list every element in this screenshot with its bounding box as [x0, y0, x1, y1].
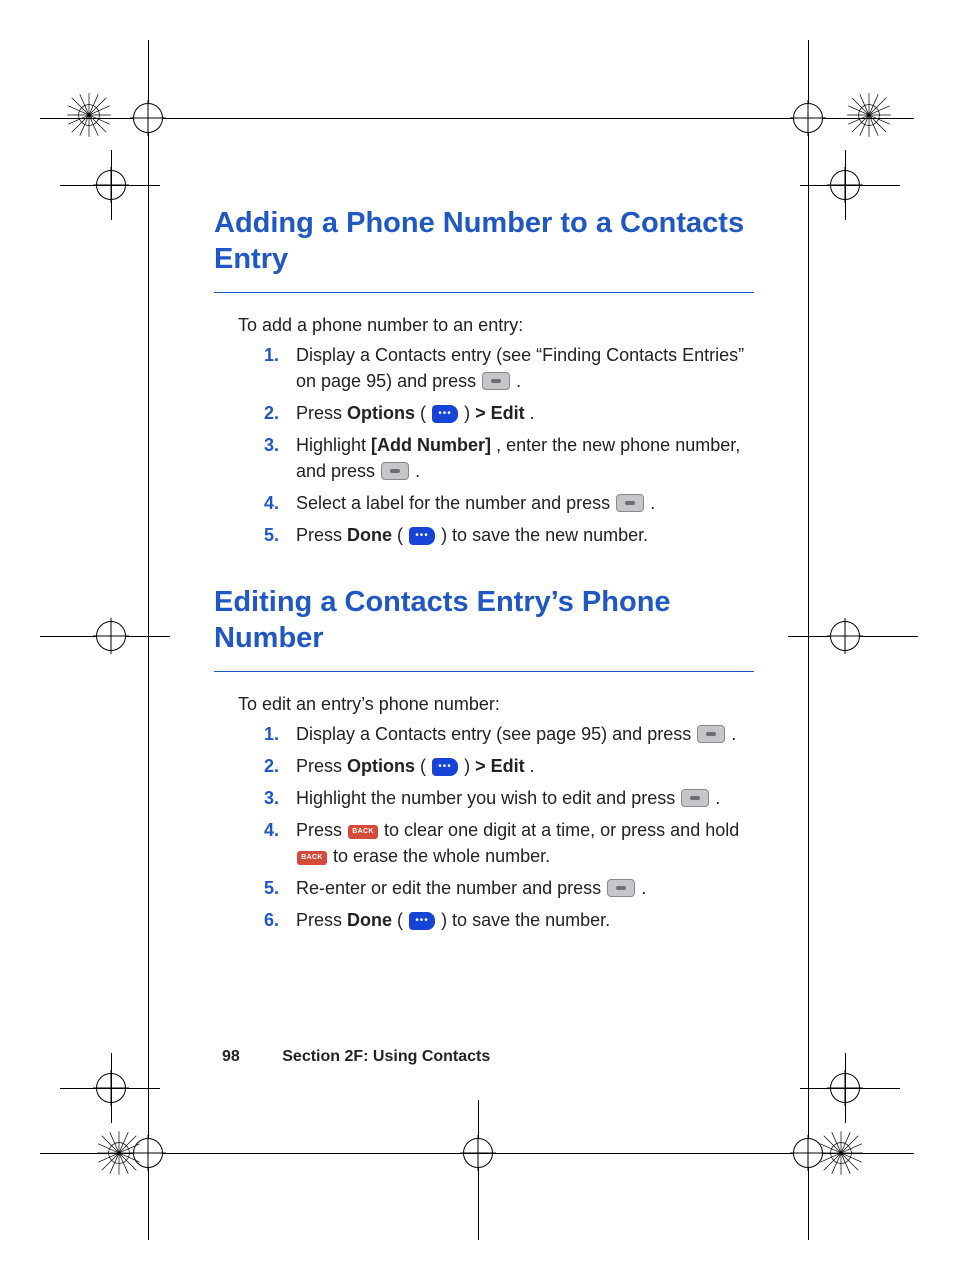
step-text: to clear one digit at a time, or press a… [384, 820, 739, 840]
step-text: Press [296, 820, 347, 840]
step-text: Press [296, 403, 347, 423]
step-item: Display a Contacts entry (see “Finding C… [264, 342, 754, 394]
page-content: Adding a Phone Number to a Contacts Entr… [214, 205, 754, 939]
reg-mark-icon [793, 103, 823, 133]
softkey-icon [432, 405, 458, 423]
reg-mark-icon [133, 103, 163, 133]
menu-key-icon [607, 879, 635, 897]
menu-key-icon [381, 462, 409, 480]
back-key-icon [348, 825, 378, 839]
bold-text: Done [347, 910, 392, 930]
step-text: to erase the whole number. [333, 846, 550, 866]
print-star-icon [66, 92, 112, 138]
step-text: ( [397, 910, 403, 930]
step-text: ( [397, 525, 403, 545]
heading-add-number: Adding a Phone Number to a Contacts Entr… [214, 205, 754, 286]
step-text: Select a label for the number and press [296, 493, 615, 513]
print-star-icon [818, 1130, 864, 1176]
step-item: Highlight the number you wish to edit an… [264, 785, 754, 811]
menu-key-icon [482, 372, 510, 390]
intro-text: To edit an entry’s phone number: [238, 694, 754, 715]
step-text: ( [420, 756, 426, 776]
step-text: ( [420, 403, 426, 423]
step-text: . [530, 403, 535, 423]
step-text: ) to save the number. [441, 910, 610, 930]
step-text: . [731, 724, 736, 744]
step-item: Press Done ( ) to save the new number. [264, 522, 754, 548]
step-text: . [415, 461, 420, 481]
bold-text: [Add Number] [371, 435, 491, 455]
heading-rule [214, 292, 754, 293]
menu-key-icon [697, 725, 725, 743]
step-text: . [650, 493, 655, 513]
print-star-icon [96, 1130, 142, 1176]
step-text: ) [464, 403, 475, 423]
bold-text: Options [347, 403, 415, 423]
step-item: Re-enter or edit the number and press . [264, 875, 754, 901]
step-text: Press [296, 756, 347, 776]
step-text: Display a Contacts entry (see page 95) a… [296, 724, 696, 744]
step-item: Select a label for the number and press … [264, 490, 754, 516]
step-text: . [641, 878, 646, 898]
menu-key-icon [681, 789, 709, 807]
step-text: . [530, 756, 535, 776]
step-item: Press Options ( ) > Edit . [264, 400, 754, 426]
step-text: Press [296, 910, 347, 930]
bold-text: Done [347, 525, 392, 545]
step-item: Highlight [Add Number] , enter the new p… [264, 432, 754, 484]
steps-list: Display a Contacts entry (see “Finding C… [264, 342, 754, 549]
heading-edit-number: Editing a Contacts Entry’s Phone Number [214, 584, 754, 665]
print-star-icon [846, 92, 892, 138]
step-text: ) to save the new number. [441, 525, 648, 545]
back-key-icon [297, 851, 327, 865]
step-item: Display a Contacts entry (see page 95) a… [264, 721, 754, 747]
page-footer: 98 Section 2F: Using Contacts [222, 1048, 490, 1066]
softkey-icon [409, 912, 435, 930]
step-text: Highlight the number you wish to edit an… [296, 788, 680, 808]
step-text: . [715, 788, 720, 808]
bold-text: Options [347, 756, 415, 776]
step-text: Re-enter or edit the number and press [296, 878, 606, 898]
step-item: Press Options ( ) > Edit . [264, 753, 754, 779]
steps-list: Display a Contacts entry (see page 95) a… [264, 721, 754, 934]
bold-text: > Edit [475, 756, 525, 776]
reg-mark-icon [96, 621, 126, 651]
section-label: Section 2F: Using Contacts [282, 1048, 490, 1065]
bold-text: > Edit [475, 403, 525, 423]
softkey-icon [432, 758, 458, 776]
menu-key-icon [616, 494, 644, 512]
step-text: ) [464, 756, 475, 776]
page-number: 98 [222, 1048, 240, 1065]
step-text: Press [296, 525, 347, 545]
step-text: Highlight [296, 435, 371, 455]
softkey-icon [409, 527, 435, 545]
reg-mark-icon [830, 621, 860, 651]
step-item: Press Done ( ) to save the number. [264, 907, 754, 933]
heading-rule [214, 671, 754, 672]
step-text: . [516, 371, 521, 391]
intro-text: To add a phone number to an entry: [238, 315, 754, 336]
step-item: Press to clear one digit at a time, or p… [264, 817, 754, 869]
